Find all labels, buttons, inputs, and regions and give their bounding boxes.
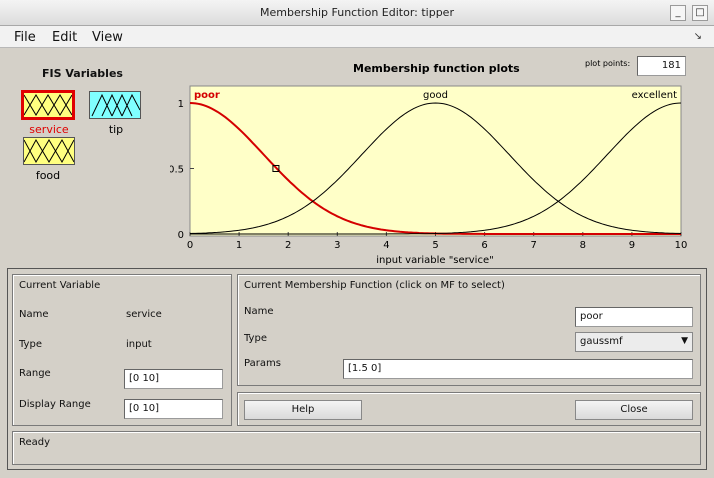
buttons-panel: Help Close	[237, 392, 701, 426]
mf-type-select[interactable]: gaussmf ▼	[575, 332, 693, 352]
plot-title: Membership function plots	[353, 62, 520, 75]
x-tick-label: 7	[531, 240, 537, 251]
variable-food-icon[interactable]	[23, 137, 75, 165]
x-tick-label: 4	[383, 240, 389, 251]
status-text: Ready	[19, 437, 51, 448]
mf-params-input[interactable]: [1.5 0]	[343, 359, 693, 379]
status-panel: Ready	[12, 431, 701, 465]
y-tick-label: 0	[178, 230, 184, 241]
variable-name-label: Name	[19, 309, 49, 320]
x-tick-label: 9	[629, 240, 635, 251]
current-variable-heading: Current Variable	[19, 280, 101, 291]
help-button[interactable]: Help	[244, 400, 362, 420]
menu-file[interactable]: File	[14, 30, 36, 45]
x-axis-label: input variable "service"	[376, 255, 493, 266]
display-range-input[interactable]: [0 10]	[124, 399, 223, 419]
x-tick-label: 8	[580, 240, 586, 251]
x-tick-label: 6	[481, 240, 487, 251]
mf-label-excellent[interactable]: excellent	[632, 90, 677, 101]
variable-food-label: food	[35, 169, 61, 182]
mf-name-input[interactable]: poor	[575, 307, 693, 327]
menu-bar: File Edit View ↘	[0, 26, 714, 48]
mf-label-good[interactable]: good	[423, 90, 448, 101]
mf-triangles-icon	[90, 92, 141, 118]
variable-type-label: Type	[19, 339, 42, 350]
mf-type-value: gaussmf	[580, 336, 623, 347]
current-mf-heading: Current Membership Function (click on MF…	[244, 280, 505, 291]
variable-tip-label: tip	[108, 123, 124, 136]
dropdown-arrow-icon: ▼	[681, 336, 688, 346]
display-range-label: Display Range	[19, 399, 91, 410]
plot-points-label: plot points:	[585, 59, 631, 68]
menu-view[interactable]: View	[92, 30, 123, 45]
x-tick-label: 0	[187, 240, 193, 251]
y-tick-label: 1	[178, 99, 184, 110]
x-tick-label: 2	[285, 240, 291, 251]
x-tick-label: 3	[334, 240, 340, 251]
title-bar: Membership Function Editor: tipper _ □	[0, 0, 714, 26]
membership-function-plot[interactable]: 0 1 2 3 4 5 6 7 8 9 10 0 0.5 1 poor good excellent inpu…	[170, 78, 700, 268]
mf-params-label: Params	[244, 358, 281, 369]
mf-triangles-icon	[23, 93, 73, 117]
mf-triangles-icon	[23, 138, 75, 164]
y-tick-label: 0.5	[170, 165, 184, 176]
range-label: Range	[19, 368, 51, 379]
mf-label-poor[interactable]: poor	[194, 90, 220, 101]
variable-name-value: service	[126, 309, 162, 320]
fis-variables-heading: FIS Variables	[42, 67, 123, 80]
plot-points-input[interactable]: 181	[637, 56, 686, 76]
x-tick-label: 10	[675, 240, 688, 251]
maximize-icon[interactable]: □	[692, 5, 708, 21]
plot-background	[189, 85, 682, 237]
minimize-icon[interactable]: _	[670, 5, 686, 21]
mf-type-label: Type	[244, 333, 267, 344]
current-variable-panel: Current Variable Name service Type input…	[12, 274, 232, 426]
menu-edit[interactable]: Edit	[52, 30, 77, 45]
variable-service-icon[interactable]	[21, 90, 75, 120]
close-button[interactable]: Close	[575, 400, 693, 420]
variable-tip-icon[interactable]	[89, 91, 141, 119]
variable-type-value: input	[126, 339, 152, 350]
x-tick-label: 5	[432, 240, 438, 251]
dock-arrow-icon[interactable]: ↘	[694, 31, 702, 42]
window-title: Membership Function Editor: tipper	[260, 6, 454, 19]
range-input[interactable]: [0 10]	[124, 369, 223, 389]
mf-name-label: Name	[244, 306, 274, 317]
current-mf-panel: Current Membership Function (click on MF…	[237, 274, 701, 386]
variable-service-label: service	[29, 123, 69, 136]
x-tick-label: 1	[236, 240, 242, 251]
